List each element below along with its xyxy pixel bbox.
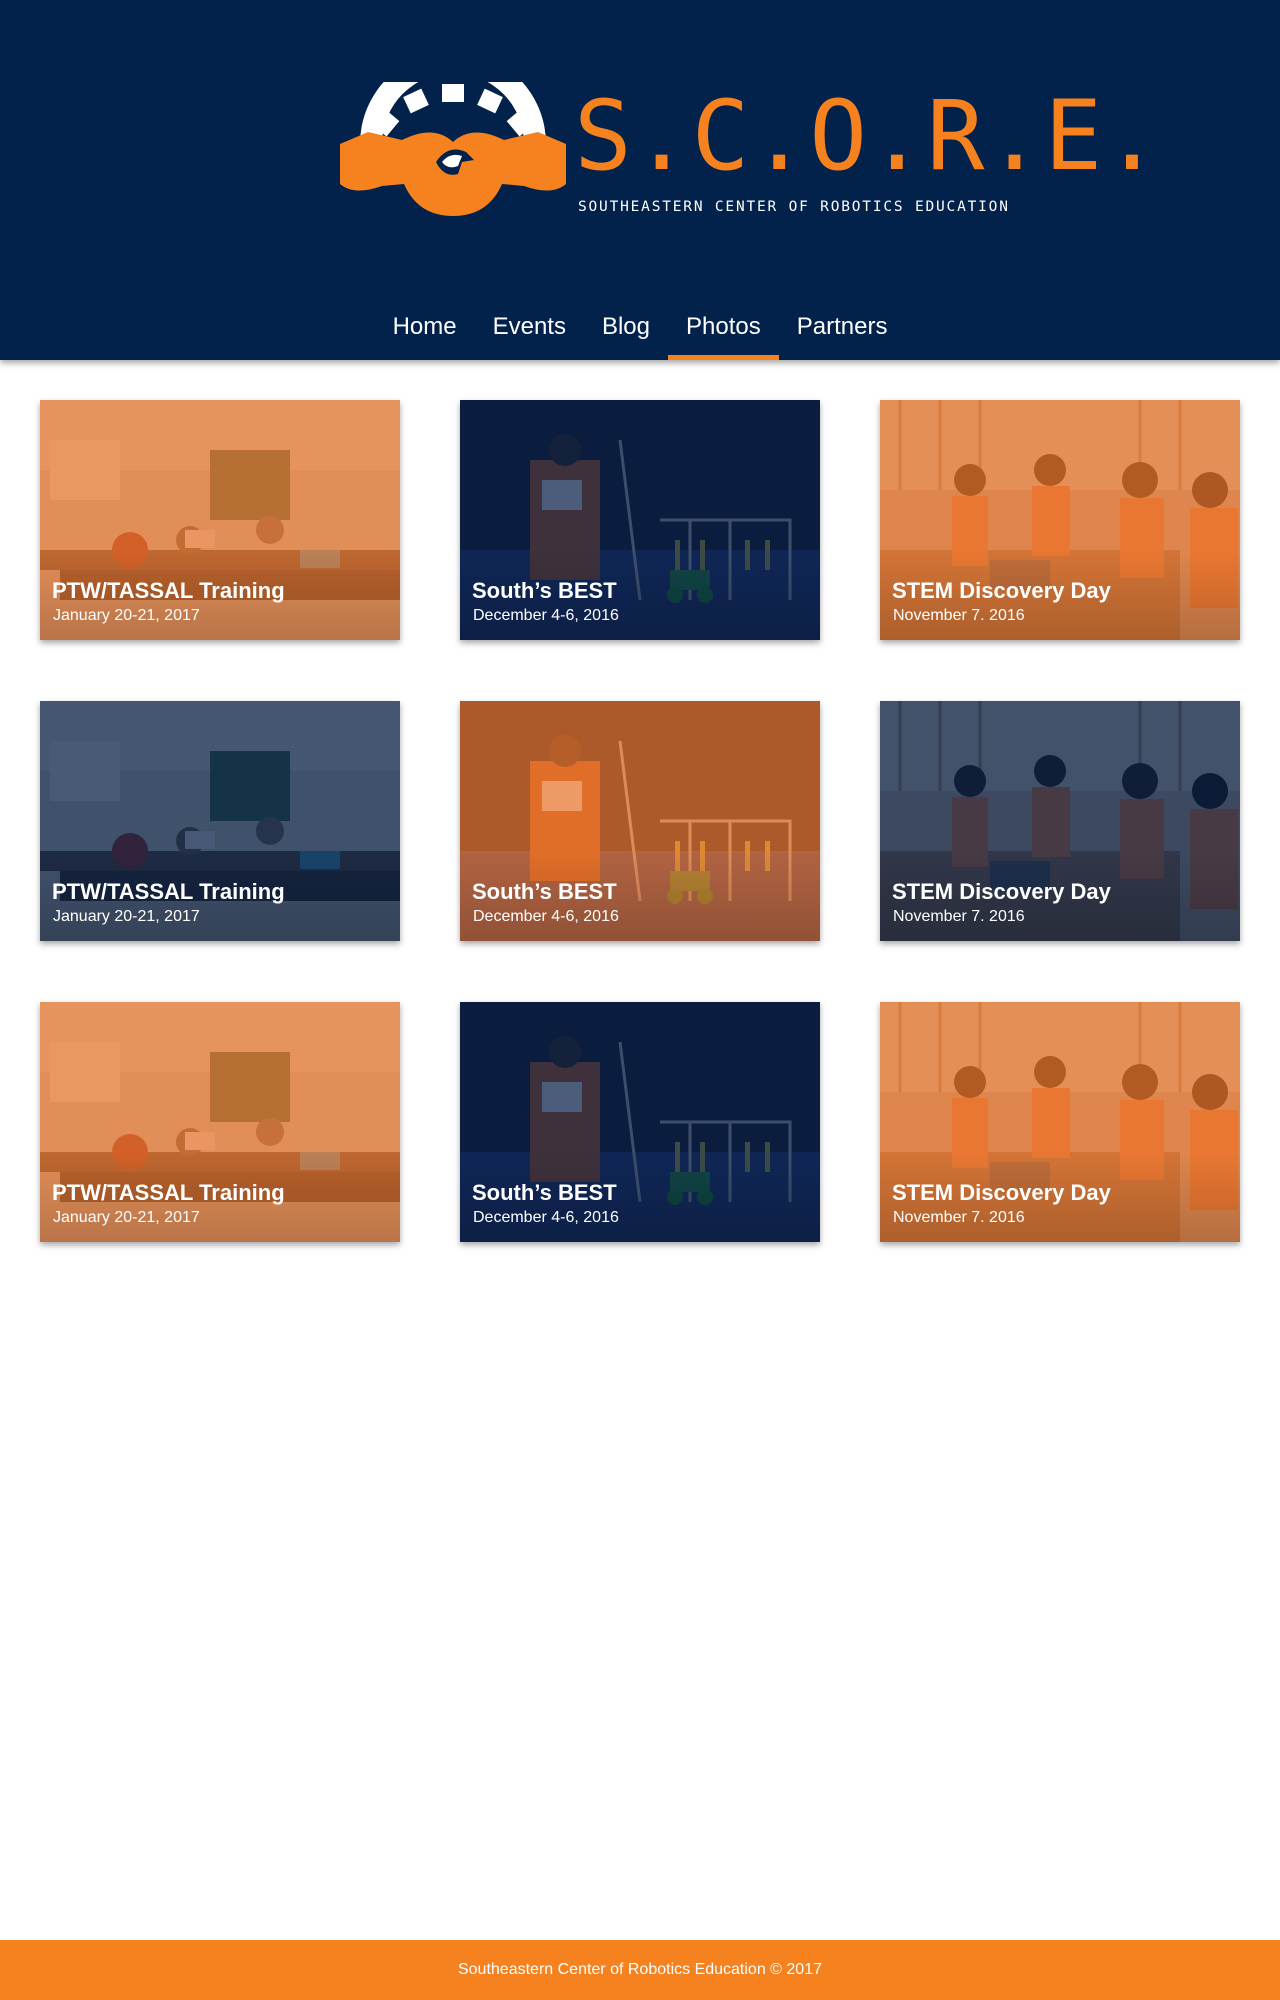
nav-blog[interactable]: Blog xyxy=(584,300,668,360)
card-title: South’s BEST xyxy=(472,1180,617,1205)
card-date: December 4-6, 2016 xyxy=(473,1209,619,1226)
card-title: South’s BEST xyxy=(472,879,617,904)
card-date: November 7. 2016 xyxy=(893,1209,1025,1226)
gallery-card[interactable]: PTW/TASSAL Training January 20-21, 2017 xyxy=(40,701,400,941)
footer-copyright: Southeastern Center of Robotics Educatio… xyxy=(457,1961,822,1978)
gallery-card[interactable]: STEM Discovery Day November 7. 2016 xyxy=(880,701,1240,941)
gallery-card[interactable]: South’s BEST December 4-6, 2016 xyxy=(460,701,820,941)
card-title: STEM Discovery Day xyxy=(892,1180,1111,1205)
card-date: January 20-21, 2017 xyxy=(53,1209,200,1226)
card-date: November 7. 2016 xyxy=(893,908,1025,925)
gallery-card[interactable]: STEM Discovery Day November 7. 2016 xyxy=(880,1002,1240,1242)
card-date: December 4-6, 2016 xyxy=(473,607,619,624)
card-title: South’s BEST xyxy=(472,578,617,603)
main-nav: Home Events Blog Photos Partners xyxy=(0,300,1280,360)
score-logo[interactable]: S.C.O.R.E. SOUTHEASTERN CENTER OF ROBOTI… xyxy=(338,80,1161,225)
logo-tagline: SOUTHEASTERN CENTER OF ROBOTICS EDUCATIO… xyxy=(578,199,1010,215)
card-date: December 4-6, 2016 xyxy=(473,908,619,925)
card-title: STEM Discovery Day xyxy=(892,578,1111,603)
gallery-card[interactable]: PTW/TASSAL Training January 20-21, 2017 xyxy=(40,400,400,640)
nav-home[interactable]: Home xyxy=(375,300,475,360)
gear-eagle-icon xyxy=(340,82,566,216)
gallery-card[interactable]: PTW/TASSAL Training January 20-21, 2017 xyxy=(40,1002,400,1242)
card-title: PTW/TASSAL Training xyxy=(52,1180,285,1205)
logo-wordmark: S.C.O.R.E. xyxy=(574,80,1162,192)
card-date: January 20-21, 2017 xyxy=(53,607,200,624)
gallery-card[interactable]: South’s BEST December 4-6, 2016 xyxy=(460,1002,820,1242)
card-date: November 7. 2016 xyxy=(893,607,1025,624)
nav-partners[interactable]: Partners xyxy=(779,300,906,360)
site-footer: Southeastern Center of Robotics Educatio… xyxy=(0,1940,1280,2000)
nav-events[interactable]: Events xyxy=(475,300,584,360)
nav-photos[interactable]: Photos xyxy=(668,300,779,360)
card-title: PTW/TASSAL Training xyxy=(52,879,285,904)
gallery-card[interactable]: South’s BEST December 4-6, 2016 xyxy=(460,400,820,640)
site-header: S.C.O.R.E. SOUTHEASTERN CENTER OF ROBOTI… xyxy=(0,0,1280,360)
card-date: January 20-21, 2017 xyxy=(53,908,200,925)
gallery-card[interactable]: STEM Discovery Day November 7. 2016 xyxy=(880,400,1240,640)
card-title: STEM Discovery Day xyxy=(892,879,1111,904)
card-title: PTW/TASSAL Training xyxy=(52,578,285,603)
